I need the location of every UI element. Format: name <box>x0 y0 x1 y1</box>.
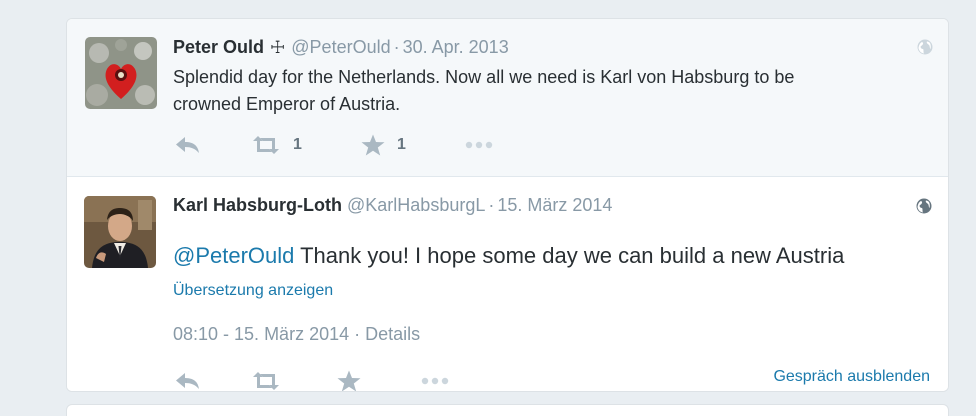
separator-dot: · <box>488 195 495 215</box>
avatar-karl-habsburg[interactable] <box>84 196 156 268</box>
translate-link[interactable]: Übersetzung anzeigen <box>173 282 333 300</box>
reply-icon <box>176 137 199 153</box>
star-icon <box>337 370 361 391</box>
meta-separator: · <box>354 324 361 344</box>
retweet-button[interactable] <box>251 369 281 391</box>
separator-dot: · <box>393 37 400 57</box>
more-button[interactable] <box>421 369 449 391</box>
author-fullname[interactable]: Peter Ould <box>173 37 264 57</box>
next-tweet-card <box>66 404 949 416</box>
conversation-stream: Peter Ould ☩ @PeterOuld · 30. Apr. 2013 Sple… <box>66 18 949 392</box>
more-icon <box>421 377 449 385</box>
cross-badge-icon: ☩ <box>270 38 286 57</box>
avatar-peter-ould[interactable] <box>85 37 157 109</box>
retweet-icon <box>253 136 279 154</box>
details-link[interactable]: Details <box>365 324 420 344</box>
favorite-count: 1 <box>397 136 406 153</box>
tweet-actions: 1 1 <box>173 133 493 157</box>
mention-link[interactable]: @PeterOuld <box>173 243 294 268</box>
author-username[interactable]: @PeterOuld <box>291 37 390 57</box>
reply-button[interactable] <box>175 369 201 391</box>
full-timestamp: 08:10 - 15. März 2014 <box>173 324 350 344</box>
tweet-text: Splendid day for the Netherlands. Now al… <box>173 64 794 118</box>
tweet-meta: 08:10 - 15. März 2014 · Details <box>173 324 420 345</box>
retweet-icon <box>253 372 279 390</box>
tweet-timestamp[interactable]: 15. März 2014 <box>497 195 612 215</box>
tweet-text-body: Thank you! I hope some day we can build … <box>294 243 845 268</box>
tweet-text-line-2: crowned Emperor of Austria. <box>173 94 401 114</box>
context-tweet-header: Peter Ould ☩ @PeterOuld · 30. Apr. 2013 <box>173 36 509 59</box>
retweet-button[interactable]: 1 <box>251 133 302 157</box>
tweet-text-line-1: Splendid day for the Netherlands. Now al… <box>173 67 795 87</box>
favorite-button[interactable] <box>337 369 361 391</box>
hide-conversation-link[interactable]: Gespräch ausblenden <box>773 368 930 386</box>
avatar-image <box>85 37 157 109</box>
avatar-image <box>84 196 156 268</box>
globe-icon <box>916 198 932 214</box>
globe-icon <box>917 39 933 55</box>
retweet-count: 1 <box>293 136 302 153</box>
more-button[interactable] <box>465 133 493 157</box>
tweet-actions <box>173 369 493 391</box>
permalink-tweet: Karl Habsburg-Loth @KarlHabsburgL · 15. Mä… <box>67 178 948 391</box>
favorite-button[interactable]: 1 <box>361 133 406 157</box>
star-icon <box>361 134 385 156</box>
tweet-text: @PeterOuld Thank you! I hope some day we… <box>173 241 844 271</box>
tweet-timestamp[interactable]: 30. Apr. 2013 <box>403 37 509 57</box>
reply-icon <box>176 373 199 389</box>
permalink-tweet-header: Karl Habsburg-Loth @KarlHabsburgL · 15. Mä… <box>173 194 612 216</box>
reply-button[interactable] <box>175 133 201 157</box>
context-tweet[interactable]: Peter Ould ☩ @PeterOuld · 30. Apr. 2013 Sple… <box>67 19 948 177</box>
author-username[interactable]: @KarlHabsburgL <box>347 195 485 215</box>
author-fullname[interactable]: Karl Habsburg-Loth <box>173 195 342 215</box>
more-icon <box>465 141 493 149</box>
